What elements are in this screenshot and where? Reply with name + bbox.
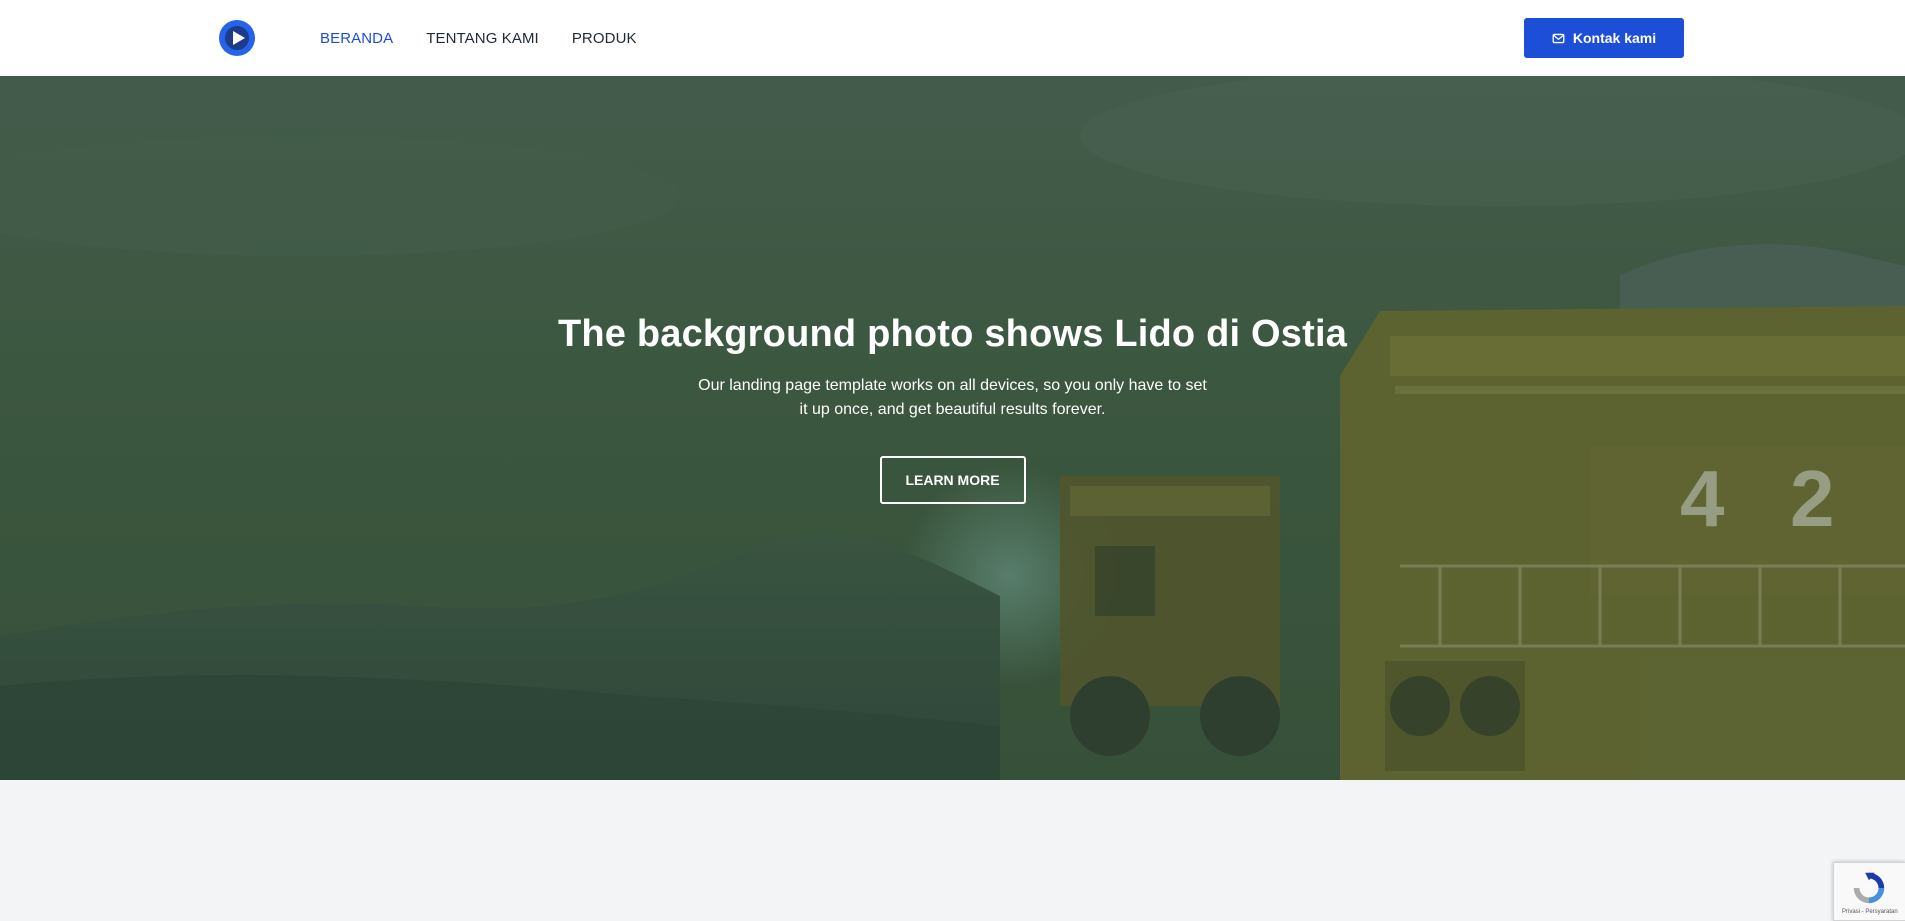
contact-button-label: Kontak kami bbox=[1572, 30, 1657, 46]
hero-content: The background photo shows Lido di Ostia… bbox=[0, 313, 1905, 504]
recaptcha-links[interactable]: Privasi - Persyaratan bbox=[1842, 909, 1898, 915]
nav-link-produk[interactable]: PRODUK bbox=[572, 30, 637, 47]
hero-title: The background photo shows Lido di Ostia bbox=[557, 313, 1348, 355]
nav-link-beranda[interactable]: BERANDA bbox=[320, 30, 393, 47]
mail-icon bbox=[1552, 33, 1565, 43]
recaptcha-badge[interactable]: Privasi - Persyaratan bbox=[1833, 862, 1905, 921]
contact-button[interactable]: Kontak kami bbox=[1524, 18, 1684, 58]
hero-section: 4 2 The background photo shows Lido di O… bbox=[0, 76, 1905, 780]
main-nav: BERANDA TENTANG KAMI PRODUK bbox=[320, 0, 637, 76]
hero-subtitle: Our landing page template works on all d… bbox=[698, 376, 1207, 418]
recaptcha-icon bbox=[1853, 872, 1885, 904]
learn-more-button[interactable]: LEARN MORE bbox=[879, 455, 1026, 504]
nav-link-tentang-kami[interactable]: TENTANG KAMI bbox=[426, 30, 539, 47]
play-logo-icon[interactable] bbox=[219, 20, 255, 56]
navbar: BERANDA TENTANG KAMI PRODUK Kontak kami bbox=[0, 0, 1905, 76]
